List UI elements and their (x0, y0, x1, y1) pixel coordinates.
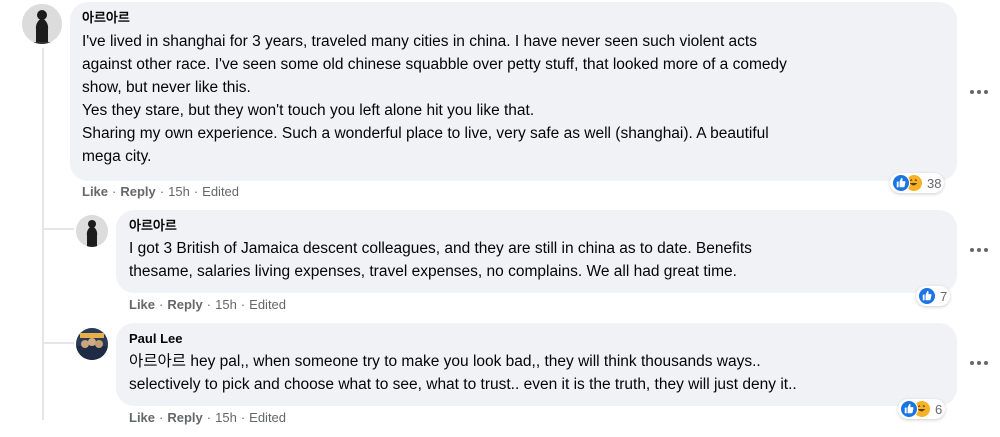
more-options-icon[interactable] (970, 90, 988, 96)
comment-line: Sharing my own experience. Such a wonder… (82, 125, 769, 142)
comment-line: mega city. (82, 148, 152, 165)
comment-actions: Like · Reply · 15h · Edited (129, 410, 286, 426)
separator: · (193, 184, 199, 199)
reply-button[interactable]: Reply (167, 410, 202, 425)
reaction-summary[interactable]: 7 (916, 286, 951, 306)
reaction-count: 38 (927, 175, 942, 191)
comment-line: thesame, salaries living expenses, trave… (129, 263, 737, 280)
comment-text: 아르아르 hey pal,, when someone try to make … (129, 350, 944, 396)
comment-line: selectively to pick and choose what to s… (129, 376, 797, 393)
more-options-icon[interactable] (970, 248, 988, 254)
more-options-icon[interactable] (970, 361, 988, 367)
reaction-count: 7 (940, 288, 948, 304)
like-button[interactable]: Like (129, 297, 155, 312)
reply-button[interactable]: Reply (120, 184, 155, 199)
avatar[interactable] (76, 215, 108, 247)
comment-bubble: Paul Lee 아르아르 hey pal,, when someone try… (116, 323, 957, 406)
comment-text: I've lived in shanghai for 3 years, trav… (82, 30, 945, 168)
comment-line: I've lived in shanghai for 3 years, trav… (82, 33, 757, 50)
thread-connector (42, 48, 44, 420)
timestamp[interactable]: 15h (215, 410, 237, 425)
separator: · (159, 184, 165, 199)
reaction-summary[interactable]: 6 (898, 399, 946, 419)
separator: · (206, 297, 212, 312)
like-button[interactable]: Like (82, 184, 108, 199)
separator: · (240, 410, 246, 425)
comment-actions: Like · Reply · 15h · Edited (82, 184, 239, 200)
comment-line: 아르아르 hey pal,, when someone try to make … (129, 353, 761, 370)
comment-line: show, but never like this. (82, 79, 251, 96)
comment-line: against other race. I've seen some old c… (82, 56, 787, 73)
comment-author[interactable]: Paul Lee (129, 331, 944, 347)
comment-bubble: 아르아르 I got 3 British of Jamaica descent … (116, 210, 957, 293)
separator: · (159, 410, 164, 425)
reply-button[interactable]: Reply (167, 297, 202, 312)
separator: · (206, 410, 212, 425)
comment-author[interactable]: 아르아르 (82, 10, 945, 26)
separator: · (112, 184, 117, 199)
like-reaction-icon (900, 400, 918, 418)
edited-label[interactable]: Edited (249, 410, 286, 425)
separator: · (159, 297, 164, 312)
comment-line: I got 3 British of Jamaica descent colle… (129, 240, 752, 257)
thread-connector (42, 228, 74, 230)
thread-connector (42, 342, 74, 344)
comment-author[interactable]: 아르아르 (129, 218, 944, 234)
comment-actions: Like · Reply · 15h · Edited (129, 297, 286, 313)
like-button[interactable]: Like (129, 410, 155, 425)
comment-bubble: 아르아르 I've lived in shanghai for 3 years,… (70, 2, 957, 181)
like-reaction-icon (918, 287, 936, 305)
edited-label[interactable]: Edited (249, 297, 286, 312)
timestamp[interactable]: 15h (215, 297, 237, 312)
avatar[interactable] (76, 328, 108, 360)
comment-line: Yes they stare, but they won't touch you… (82, 102, 535, 119)
comment-text: I got 3 British of Jamaica descent colle… (129, 237, 944, 283)
avatar[interactable] (22, 4, 62, 44)
reaction-count: 6 (935, 401, 943, 417)
like-reaction-icon (892, 174, 910, 192)
separator: · (240, 297, 246, 312)
edited-label[interactable]: Edited (202, 184, 239, 199)
timestamp[interactable]: 15h (168, 184, 190, 199)
reaction-summary[interactable]: 38 (890, 173, 945, 193)
